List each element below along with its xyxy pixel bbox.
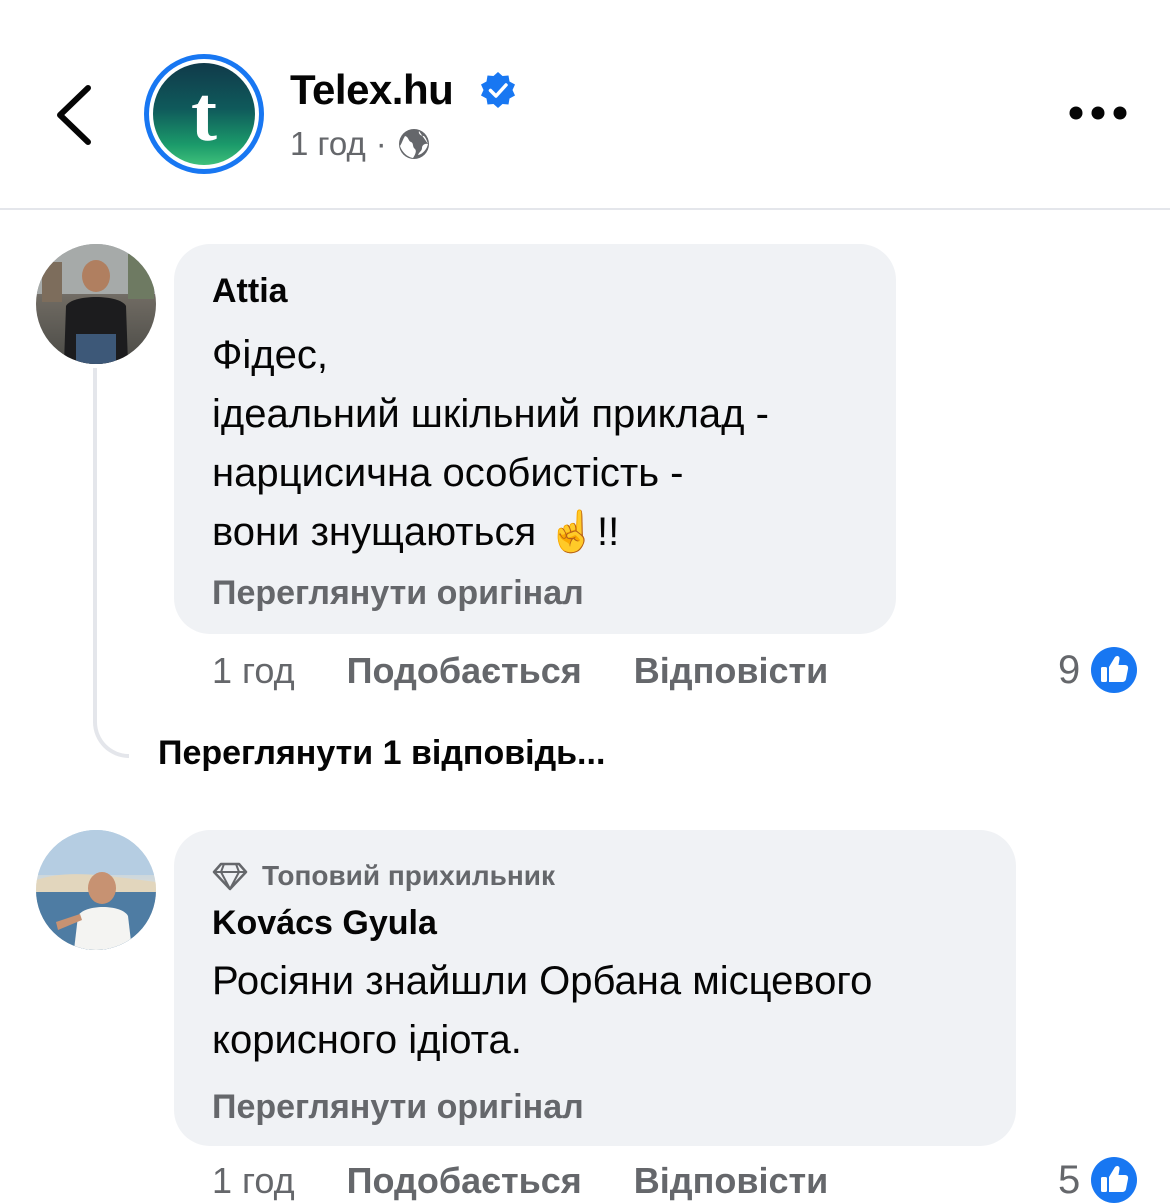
post-time: 1 год [290, 125, 366, 162]
like-button[interactable]: Подобається [347, 1160, 582, 1202]
verified-badge-icon [481, 72, 515, 108]
see-original-link[interactable]: Переглянути оригінал [212, 1088, 584, 1127]
view-replies-link[interactable]: Переглянути 1 відповідь... [158, 734, 605, 773]
page-name[interactable]: Telex.hu [290, 66, 454, 114]
more-options-icon[interactable] [1068, 104, 1128, 122]
like-reaction-icon [1091, 647, 1138, 693]
comment-author[interactable]: Attia [212, 272, 288, 311]
back-icon[interactable] [50, 80, 100, 150]
reaction-number: 5 [1058, 1157, 1081, 1202]
reply-button[interactable]: Відповісти [634, 1160, 829, 1202]
diamond-icon [212, 862, 248, 891]
reply-button[interactable]: Відповісти [634, 650, 829, 692]
reaction-count[interactable]: 5 [1058, 1156, 1138, 1204]
comment-text: Росіяни знайшли Орбана місцевого корисно… [212, 959, 873, 1062]
comment-actions: 1 год Подобається Відповісти [212, 650, 880, 692]
globe-icon [398, 129, 429, 159]
person-photo-icon [36, 244, 156, 364]
comment-bubble: Топовий прихильник Kovács Gyula Росіяни … [174, 830, 1016, 1146]
page-avatar[interactable]: t [144, 54, 264, 174]
like-reaction-icon [1091, 1157, 1138, 1203]
badge-label: Топовий прихильник [262, 860, 556, 891]
post-meta: 1 год · [290, 125, 431, 163]
commenter-avatar[interactable] [36, 830, 156, 950]
post-header: t Telex.hu 1 год · [0, 0, 1170, 210]
page-avatar-logo: t [153, 63, 255, 165]
meta-separator: · [375, 125, 387, 162]
reaction-number: 9 [1058, 647, 1081, 692]
comment-text: Фідес, ідеальний шкільний приклад - нарц… [212, 333, 769, 554]
comment-bubble: Attia Фідес, ідеальний шкільний приклад … [174, 244, 896, 634]
person-photo-icon [36, 830, 156, 950]
like-button[interactable]: Подобається [347, 650, 582, 692]
reaction-count[interactable]: 9 [1058, 646, 1138, 694]
commenter-avatar[interactable] [36, 244, 156, 364]
see-original-link[interactable]: Переглянути оригінал [212, 574, 584, 613]
comment-author[interactable]: Kovács Gyula [212, 904, 437, 943]
comment-actions: 1 год Подобається Відповісти [212, 1160, 880, 1202]
reply-thread-line [93, 368, 129, 758]
top-fan-badge: Топовий прихильник [212, 860, 555, 892]
comment-time: 1 год [212, 650, 295, 691]
comment-time: 1 год [212, 1160, 295, 1201]
